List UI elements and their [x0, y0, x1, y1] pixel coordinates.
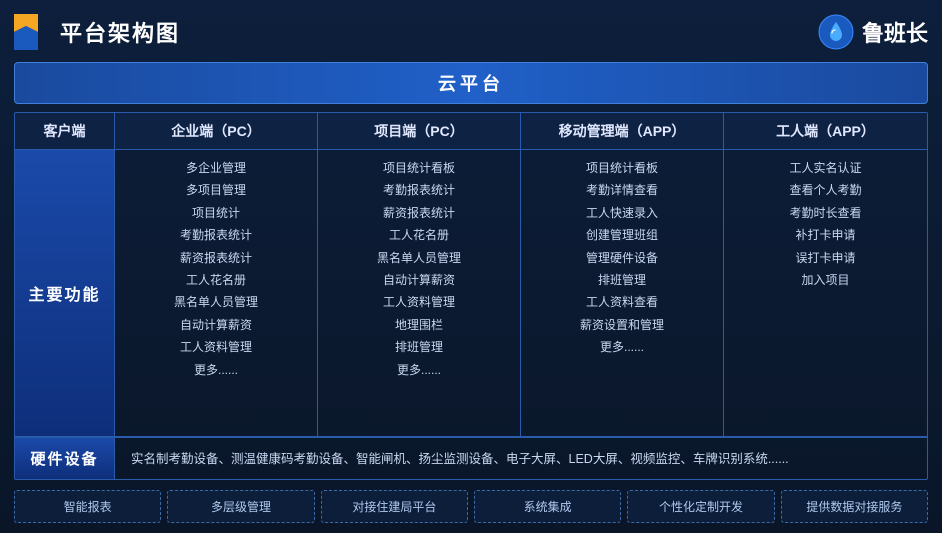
hardware-label: 硬件设备 [15, 438, 115, 479]
feature-item: 工人花名册 [328, 225, 510, 245]
feature-item: 考勤报表统计 [125, 225, 307, 245]
brand-icon [818, 14, 854, 50]
feature-item: 更多...... [531, 337, 713, 357]
feature-item: 查看个人考勤 [734, 180, 917, 200]
feature-item: 工人资料管理 [125, 337, 307, 357]
feature-item: 考勤详情查看 [531, 180, 713, 200]
feature-item: 工人快速录入 [531, 203, 713, 223]
feature-item: 多项目管理 [125, 180, 307, 200]
brand-name: 鲁班长 [862, 16, 928, 48]
page-title: 平台架构图 [60, 16, 180, 48]
feature-item: 薪资设置和管理 [531, 315, 713, 335]
feature-item: 更多...... [125, 360, 307, 380]
feature-item: 加入项目 [734, 270, 917, 290]
main-function-label: 主要功能 [15, 150, 115, 437]
mobile-features: 项目统计看板 考勤详情查看 工人快速录入 创建管理班组 管理硬件设备 排班管理 … [521, 150, 724, 437]
col-header-client: 客户端 [15, 113, 115, 150]
feature-item: 多企业管理 [125, 158, 307, 178]
service-item-2: 对接住建局平台 [321, 490, 468, 523]
feature-item: 工人实名认证 [734, 158, 917, 178]
enterprise-features: 多企业管理 多项目管理 项目统计 考勤报表统计 薪资报表统计 工人花名册 黑名单… [115, 150, 318, 437]
col-header-worker: 工人端（APP） [724, 113, 927, 150]
cloud-banner: 云平台 [14, 62, 928, 104]
main-container: 平台架构图 鲁班长 云平台 客户端 企业端（PC） 项目端（PC） 移动管理端（… [0, 0, 942, 533]
feature-item: 薪资报表统计 [125, 248, 307, 268]
project-features: 项目统计看板 考勤报表统计 薪资报表统计 工人花名册 黑名单人员管理 自动计算薪… [318, 150, 521, 437]
logo-icon [14, 14, 50, 50]
header-left: 平台架构图 [14, 14, 180, 50]
worker-features: 工人实名认证 查看个人考勤 考勤时长查看 补打卡申请 误打卡申请 加入项目 [724, 150, 927, 437]
feature-item: 管理硬件设备 [531, 248, 713, 268]
hardware-row: 硬件设备 实名制考勤设备、测温健康码考勤设备、智能闸机、扬尘监测设备、电子大屏、… [15, 437, 927, 479]
service-item-5: 提供数据对接服务 [781, 490, 928, 523]
col-header-enterprise: 企业端（PC） [115, 113, 318, 150]
main-function-text: 主要功能 [28, 281, 100, 305]
content-row: 主要功能 多企业管理 多项目管理 项目统计 考勤报表统计 薪资报表统计 工人花名… [15, 150, 927, 437]
brand-logo: 鲁班长 [818, 14, 928, 50]
feature-item: 误打卡申请 [734, 248, 917, 268]
feature-item: 补打卡申请 [734, 225, 917, 245]
service-item-0: 智能报表 [14, 490, 161, 523]
feature-item: 排班管理 [328, 337, 510, 357]
feature-item: 地理围栏 [328, 315, 510, 335]
feature-item: 更多...... [328, 360, 510, 380]
service-item-1: 多层级管理 [167, 490, 314, 523]
feature-item: 自动计算薪资 [328, 270, 510, 290]
feature-item: 考勤报表统计 [328, 180, 510, 200]
feature-item: 排班管理 [531, 270, 713, 290]
feature-item: 自动计算薪资 [125, 315, 307, 335]
col-header-project: 项目端（PC） [318, 113, 521, 150]
services-row: 智能报表 多层级管理 对接住建局平台 系统集成 个性化定制开发 提供数据对接服务 [14, 490, 928, 523]
feature-item: 黑名单人员管理 [328, 248, 510, 268]
header: 平台架构图 鲁班长 [14, 10, 928, 54]
feature-item: 考勤时长查看 [734, 203, 917, 223]
feature-item: 黑名单人员管理 [125, 292, 307, 312]
hardware-content: 实名制考勤设备、测温健康码考勤设备、智能闸机、扬尘监测设备、电子大屏、LED大屏… [115, 438, 927, 479]
feature-item: 项目统计 [125, 203, 307, 223]
feature-item: 创建管理班组 [531, 225, 713, 245]
feature-item: 薪资报表统计 [328, 203, 510, 223]
column-headers: 客户端 企业端（PC） 项目端（PC） 移动管理端（APP） 工人端（APP） [15, 113, 927, 150]
main-grid: 客户端 企业端（PC） 项目端（PC） 移动管理端（APP） 工人端（APP） … [14, 112, 928, 480]
service-item-4: 个性化定制开发 [627, 490, 774, 523]
feature-item: 工人资料查看 [531, 292, 713, 312]
feature-item: 工人资料管理 [328, 292, 510, 312]
feature-item: 项目统计看板 [328, 158, 510, 178]
feature-item: 工人花名册 [125, 270, 307, 290]
service-item-3: 系统集成 [474, 490, 621, 523]
hardware-label-text: 硬件设备 [30, 448, 98, 469]
col-header-mobile: 移动管理端（APP） [521, 113, 724, 150]
feature-item: 项目统计看板 [531, 158, 713, 178]
